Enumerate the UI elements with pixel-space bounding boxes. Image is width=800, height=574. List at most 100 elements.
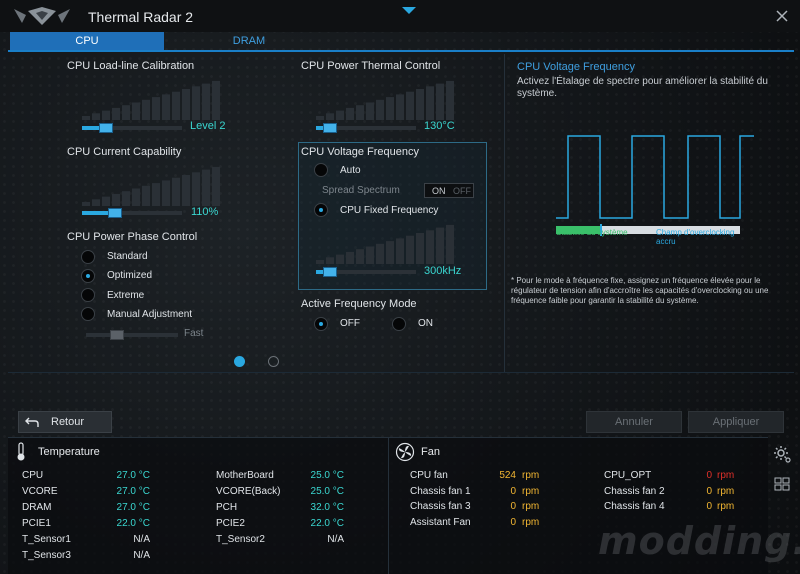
ramp-bar xyxy=(132,102,140,120)
vf-fixed-label: CPU Fixed Frequency xyxy=(340,205,439,216)
phase-option-extreme-radio[interactable] xyxy=(81,288,95,302)
fan-rpm-value: 0 xyxy=(510,501,516,512)
spread-spectrum-toggle[interactable]: ON OFF xyxy=(424,183,474,198)
close-icon[interactable] xyxy=(774,8,790,24)
temp-sensor-name: PCIE2 xyxy=(216,518,245,529)
ramp-bar xyxy=(92,113,100,120)
ramp-bar xyxy=(112,107,120,120)
thermal-control-value: 130°C xyxy=(424,120,455,132)
voltage-frequency-label: CPU Voltage Frequency xyxy=(301,146,420,158)
thermal-control-slider[interactable] xyxy=(316,123,416,133)
undo-button[interactable]: Annuler xyxy=(586,411,682,433)
temp-sensor-name: PCIE1 xyxy=(22,518,51,529)
ramp-bar xyxy=(82,116,90,120)
vf-frequency-value: 300kHz xyxy=(424,265,462,277)
layout-grid-icon[interactable] xyxy=(774,477,790,491)
ramp-bar xyxy=(102,110,110,120)
vf-slider-thumb[interactable] xyxy=(323,267,337,277)
ramp-bar xyxy=(426,230,434,264)
phase-speed-label: Fast xyxy=(184,328,204,339)
ramp-bar xyxy=(426,86,434,120)
ramp-bar xyxy=(366,102,374,120)
spread-spectrum-label: Spread Spectrum xyxy=(322,185,400,196)
gear-icon[interactable] xyxy=(773,445,793,465)
afm-on-label: ON xyxy=(418,318,433,329)
current-slider-thumb[interactable] xyxy=(108,208,122,218)
watermark: modding.fr xyxy=(598,519,800,563)
page-dot-2[interactable] xyxy=(268,356,279,367)
current-capability-label: CPU Current Capability xyxy=(67,146,182,158)
current-capability-slider[interactable] xyxy=(82,208,182,218)
llc-slider[interactable] xyxy=(82,123,182,133)
temp-sensor-value: 27.0 °C xyxy=(116,502,150,513)
help-note: * Pour le mode à fréquence fixe, assigne… xyxy=(511,276,769,305)
back-button[interactable]: Retour xyxy=(18,411,112,433)
ramp-bar xyxy=(376,99,384,120)
ramp-bar xyxy=(212,80,220,120)
apply-button[interactable]: Appliquer xyxy=(688,411,784,433)
fan-rpm-unit: rpm xyxy=(717,485,735,497)
ramp-bar xyxy=(346,251,354,264)
temp-sensor-name: VCORE(Back) xyxy=(216,486,281,497)
ramp-bar xyxy=(396,238,404,264)
ramp-bar xyxy=(406,235,414,264)
ramp-bar xyxy=(356,249,364,264)
ramp-bar xyxy=(416,233,424,264)
thermal-slider-thumb[interactable] xyxy=(323,123,337,133)
fan-rpm-unit: rpm xyxy=(522,470,540,481)
spread-spectrum-on-label: ON xyxy=(432,186,446,196)
fan-rpm-unit: rpm xyxy=(522,501,540,512)
phase-option-manual-radio[interactable] xyxy=(81,307,95,321)
ramp-bar xyxy=(316,116,324,120)
llc-value: Level 2 xyxy=(190,120,226,132)
ramp-bar xyxy=(122,105,130,120)
fan-name: CPU fan xyxy=(410,470,448,481)
ramp-bar xyxy=(396,94,404,120)
fan-name: Chassis fan 2 xyxy=(604,485,665,497)
vf-frequency-slider[interactable] xyxy=(316,267,416,277)
ramp-bar xyxy=(142,185,150,206)
collapse-arrow-icon[interactable] xyxy=(402,7,416,14)
fan-rpm-value: 524 xyxy=(499,470,516,481)
ramp-bar xyxy=(436,83,444,120)
temp-sensor-value: 25.0 °C xyxy=(310,470,344,481)
temp-sensor-value: N/A xyxy=(327,534,344,545)
help-description: Activez l'Étalage de spectre pour amélio… xyxy=(517,76,768,99)
temp-sensor-value: 32.0 °C xyxy=(310,502,344,513)
back-arrow-icon xyxy=(25,417,39,427)
fan-name: Assistant Fan xyxy=(410,516,471,528)
ramp-bar xyxy=(182,175,190,206)
phase-option-optimized-radio[interactable] xyxy=(81,269,95,283)
ramp-bar xyxy=(336,110,344,120)
temp-sensor-value: 22.0 °C xyxy=(310,518,344,529)
vf-auto-radio[interactable] xyxy=(314,163,328,177)
temp-sensor-value: 25.0 °C xyxy=(310,486,344,497)
app-title: Thermal Radar 2 xyxy=(88,9,194,25)
afm-on-radio[interactable] xyxy=(392,317,406,331)
tab-dram[interactable]: DRAM xyxy=(172,32,326,50)
tab-cpu[interactable]: CPU xyxy=(10,32,164,50)
phase-option-standard-radio[interactable] xyxy=(81,250,95,264)
page-dot-1[interactable] xyxy=(234,356,245,367)
afm-off-radio[interactable] xyxy=(314,317,328,331)
ramp-bar xyxy=(212,166,220,206)
phase-control-label: CPU Power Phase Control xyxy=(67,231,198,243)
help-title: CPU Voltage Frequency xyxy=(517,61,636,73)
back-button-label: Retour xyxy=(51,416,85,428)
ramp-bar xyxy=(202,83,210,120)
active-frequency-mode-label: Active Frequency Mode xyxy=(301,298,417,310)
monitor-separator xyxy=(388,438,389,574)
ramp-bar xyxy=(326,113,334,120)
ramp-bar xyxy=(446,224,454,264)
title-bar: Thermal Radar 2 xyxy=(0,0,800,32)
vf-slider-fill xyxy=(316,270,323,274)
vf-fixed-radio[interactable] xyxy=(314,203,328,217)
temp-sensor-value: 22.0 °C xyxy=(116,518,150,529)
ramp-bar xyxy=(366,246,374,264)
ramp-bar xyxy=(92,199,100,206)
fan-name: Chassis fan 3 xyxy=(410,501,471,512)
ramp-bar xyxy=(346,107,354,120)
fan-name: Chassis fan 1 xyxy=(410,485,471,497)
afm-off-label: OFF xyxy=(340,318,360,329)
llc-slider-thumb[interactable] xyxy=(99,123,113,133)
